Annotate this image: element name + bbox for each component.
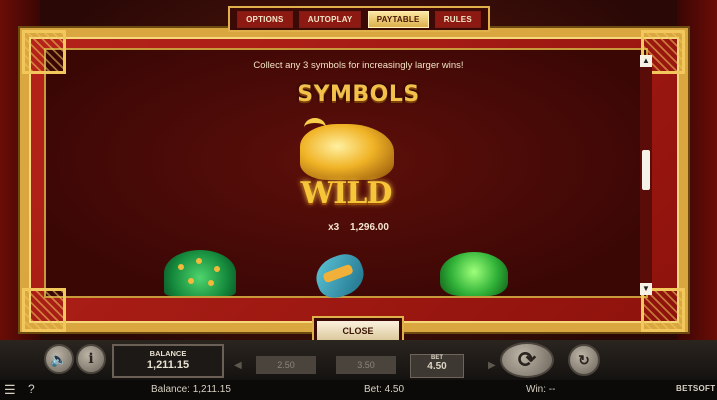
coin-icon [188, 278, 194, 284]
scroll-down-icon[interactable]: ▼ [640, 283, 652, 295]
wild-payout: 1,296.00 [349, 222, 389, 233]
tab-paytable[interactable]: PAYTABLE [367, 10, 429, 28]
balance-display: BALANCE 1,211.15 [112, 344, 224, 378]
tab-rules[interactable]: RULES [434, 10, 481, 28]
coin-icon [208, 280, 214, 286]
coin-icon [214, 266, 220, 272]
sound-icon[interactable]: 🔈 [44, 344, 74, 374]
frame-corner-ornament [22, 288, 66, 332]
bet-decrease-icon[interactable]: ◀ [234, 360, 242, 371]
wild-symbol: WILD [290, 118, 402, 216]
help-icon[interactable]: ? [28, 382, 35, 396]
tab-options[interactable]: OPTIONS [237, 10, 293, 28]
betsoft-logo: BETSOFT [676, 384, 716, 393]
bet-option[interactable]: 2.50 [256, 356, 316, 374]
paytable-intro: Collect any 3 symbols for increasingly l… [253, 60, 464, 71]
balance-value: 1,211.15 [146, 359, 190, 371]
coin-icon [196, 258, 202, 264]
menu-tabs: OPTIONS AUTOPLAY PAYTABLE RULES [228, 6, 490, 32]
bet-selector[interactable]: BET 4.50 [410, 354, 464, 378]
scroll-thumb[interactable] [642, 150, 650, 190]
status-bet: Bet: 4.50 [364, 384, 405, 395]
wild-payout-row: x3 1,296.00 [0, 222, 717, 233]
money-tree-symbol-icon [164, 250, 236, 296]
coin-icon [178, 264, 184, 270]
menu-icon[interactable]: ☰ [4, 382, 16, 398]
wild-label: WILD [300, 176, 393, 211]
wild-multiplier: x3 [328, 222, 340, 233]
section-title: SYMBOLS [297, 82, 420, 107]
bet-option[interactable]: 3.50 [336, 356, 396, 374]
spin-button-icon[interactable]: ⟳ [500, 342, 554, 378]
tab-autoplay[interactable]: AUTOPLAY [298, 10, 362, 28]
ox-horn-icon [304, 118, 326, 137]
scroll-up-icon[interactable]: ▲ [640, 55, 652, 67]
status-win: Win: -- [526, 384, 556, 395]
close-label: CLOSE [317, 321, 399, 341]
bet-increase-icon[interactable]: ▶ [488, 360, 496, 371]
autoplay-button-icon[interactable]: ↻ [568, 344, 600, 376]
status-bar: ☰ ? Balance: 1,211.15 Bet: 4.50 Win: -- … [0, 380, 717, 400]
balance-label: BALANCE [149, 349, 187, 358]
jade-toad-symbol-icon [440, 252, 508, 296]
info-icon[interactable]: i [76, 344, 106, 374]
bet-value: 4.50 [427, 361, 447, 372]
status-balance: Balance: 1,211.15 [151, 384, 231, 395]
